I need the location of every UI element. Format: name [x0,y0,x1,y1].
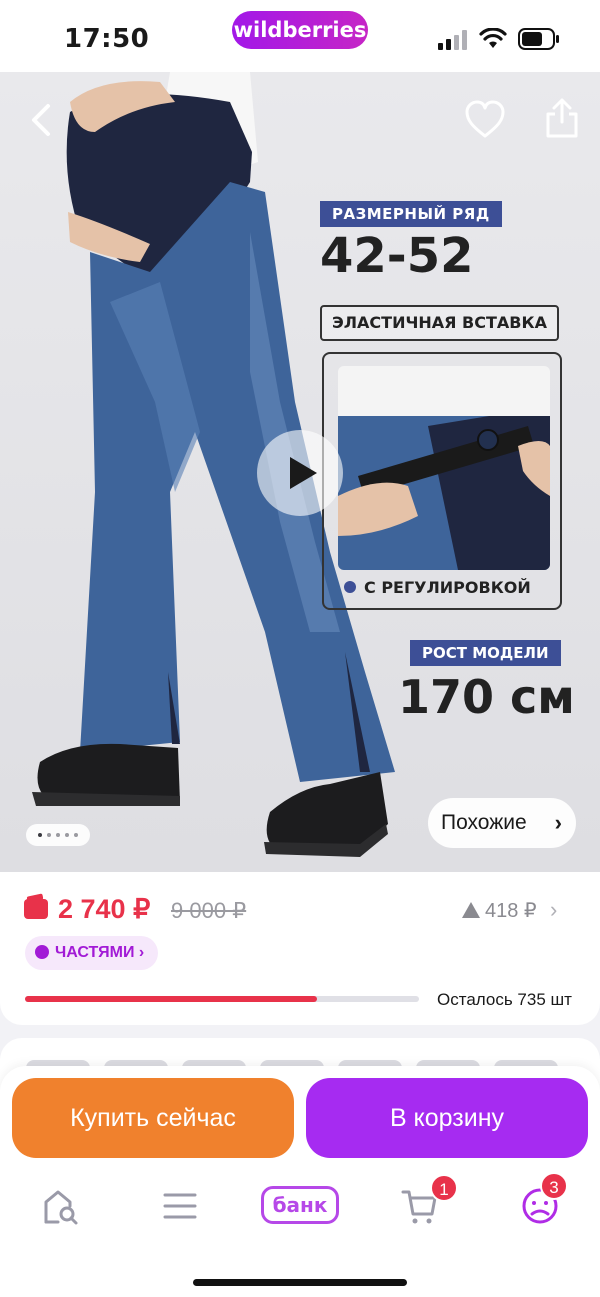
profile-notification-badge: 3 [540,1172,568,1200]
size-range-value: 42-52 [320,228,474,284]
pager-dot [56,833,60,837]
profile-tab[interactable]: 3 [520,1172,568,1231]
stock-progress-fill [25,996,317,1002]
brand-logo[interactable]: wildberries [232,11,368,49]
wallet-icon [24,899,48,919]
bullet-dot [344,581,356,593]
bank-tab[interactable]: банк [261,1186,339,1224]
similar-label: Похожие [441,811,527,834]
chevron-right-icon[interactable]: › [550,897,557,923]
similar-products-button[interactable]: Похожие › [428,798,576,848]
model-height-tag: РОСТ МОДЕЛИ [410,640,561,666]
current-price: 2 740 ₽ [58,894,151,924]
cart-tab[interactable]: 1 [400,1174,458,1231]
share-icon[interactable] [542,96,582,140]
stock-progress-bar [25,996,419,1002]
adjustable-waist-photo [338,366,550,570]
triangle-up-icon [462,902,480,918]
cellular-signal-icon [438,30,467,50]
heart-icon[interactable] [464,100,506,140]
chevron-right-icon: › [554,810,562,835]
gallery-pager [26,824,90,846]
bottom-action-sheet: Купить сейчас В корзину банк 1 3 [0,1066,600,1297]
home-indicator [193,1279,407,1286]
play-icon [290,457,317,489]
remaining-stock-text: Осталось 735 шт [437,990,572,1009]
play-video-button[interactable] [257,430,343,516]
old-price: 9 000 ₽ [171,898,247,923]
cashback-points[interactable]: 418 ₽ [462,898,537,923]
model-height-value: 170 см [398,670,575,724]
pager-dot [65,833,69,837]
size-range-tag: РАЗМЕРНЫЙ РЯД [320,201,502,227]
elastic-insert-label: ЭЛАСТИЧНАЯ ВСТАВКА [320,305,559,341]
buy-now-button[interactable]: Купить сейчас [12,1078,294,1158]
catalog-menu-icon[interactable] [162,1186,198,1226]
installments-button[interactable]: ЧАСТЯМИ › [25,936,159,970]
pager-dot [74,833,78,837]
wifi-icon [479,28,507,48]
points-value: 418 ₽ [485,900,537,922]
detail-inset: С РЕГУЛИРОВКОЙ [322,352,562,610]
home-search-icon[interactable] [40,1186,80,1226]
installments-label: ЧАСТЯМИ [55,944,135,961]
status-bar: 17:50 wildberries [0,0,600,72]
pie-chart-icon [35,945,49,959]
pager-dot [47,833,51,837]
battery-icon [518,28,559,50]
add-to-cart-button[interactable]: В корзину [306,1078,588,1158]
bank-logo: банк [261,1186,339,1224]
cart-count-badge: 1 [430,1174,458,1202]
price-card: 2 740 ₽ 9 000 ₽ 418 ₽ › ЧАСТЯМИ › Остало… [0,872,600,1025]
status-time: 17:50 [64,24,150,54]
adjustable-label: С РЕГУЛИРОВКОЙ [364,578,531,597]
back-arrow-icon[interactable] [22,98,58,142]
product-gallery[interactable]: РАЗМЕРНЫЙ РЯД 42-52 ЭЛАСТИЧНАЯ ВСТАВКА С… [0,72,600,872]
pager-dot-active [38,833,42,837]
